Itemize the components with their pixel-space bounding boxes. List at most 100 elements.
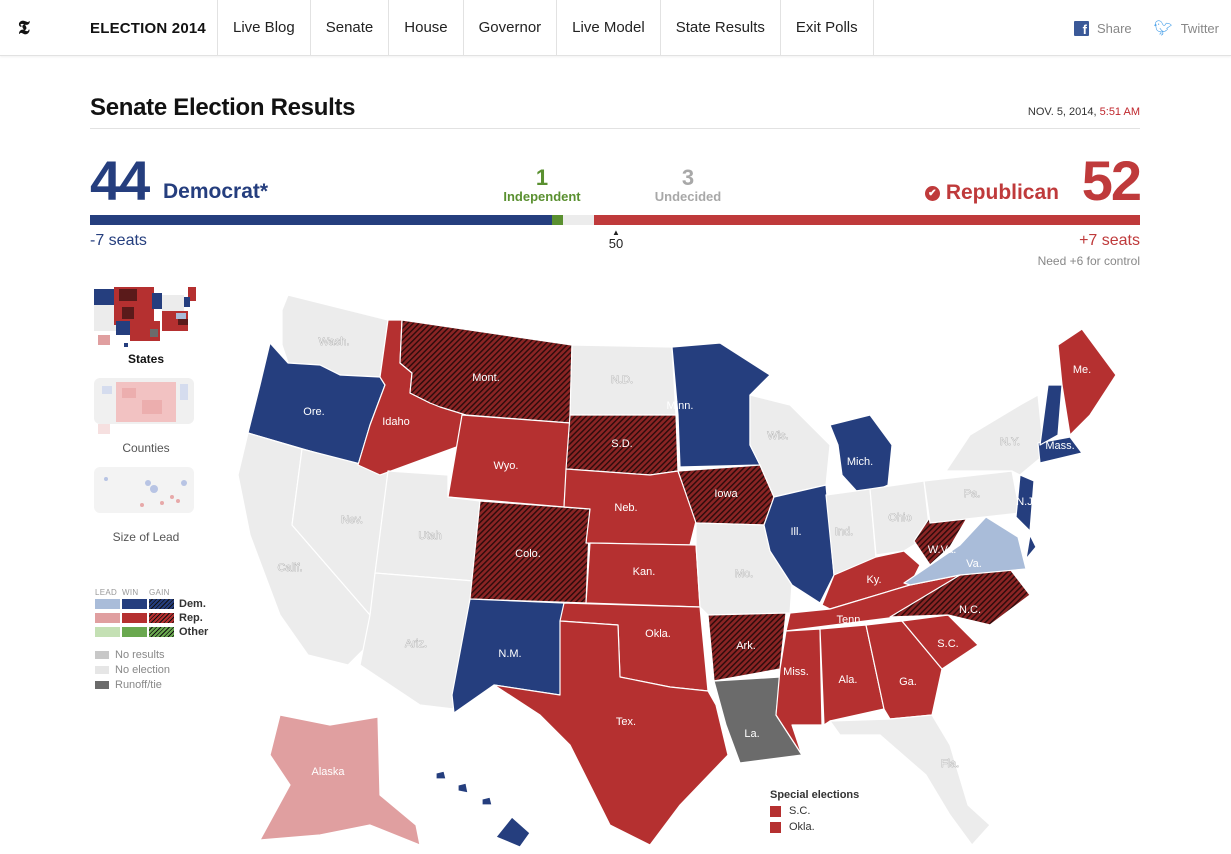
special-election-sc: S.C. [789,805,811,817]
state-label-miss: Miss. [783,666,809,678]
nav-state-results[interactable]: State Results [659,0,780,56]
state-label-ohio: Ohio [888,512,911,524]
state-shape-del-[interactable] [1025,534,1037,560]
legend-no-election: No election [95,662,208,677]
legend-dem-label: Dem. [179,598,206,610]
legend-row-rep: Rep. [95,611,208,625]
ind-label: Independent [503,189,581,204]
nav-house[interactable]: House [388,0,462,56]
state-label-me: Me. [1073,364,1091,376]
twitter-share-button[interactable]: 🐦︎ Twitter [1154,19,1219,37]
legend-row-dem: Dem. [95,597,208,611]
legend-col-win: WIN [122,588,139,597]
state-label-minn: Minn. [667,400,694,412]
state-label-nj: N.J. [1016,496,1036,508]
special-swatch [770,805,781,817]
state-label-kan: Kan. [633,566,656,578]
special-elections-title: Special elections [770,789,860,801]
swatch-dem-win [122,599,147,609]
state-label-nc: N.C. [959,604,981,616]
size-of-lead-thumbnail [94,467,194,513]
special-election-item: Okla. [770,819,859,835]
state-label-tex: Tex. [616,716,636,728]
state-label-tenn: Tenn. [837,614,864,626]
state-label-ind: Ind. [835,526,853,538]
rep-seat-change: +7 seats [1079,232,1140,249]
state-label-ala: Ala. [839,674,858,686]
state-label-mass: Mass. [1045,440,1074,452]
state-label-ga: Ga. [899,676,917,688]
legend-col-gain: GAIN [149,588,170,597]
dem-label: Democrat* [163,180,269,203]
swatch-rep-lead [95,613,120,623]
state-label-ill: Ill. [791,526,802,538]
twitter-bird-icon: 🐦︎ [1153,20,1173,37]
state-alaska[interactable] [259,714,421,846]
swatch-other-gain [149,627,174,637]
facebook-icon: f [1073,20,1089,37]
state-label-colo: Colo. [515,548,541,560]
swatch-no-results [95,650,109,659]
state-label-ky: Ky. [866,574,881,586]
divider [90,128,1140,129]
swatch-dem-gain [149,599,174,609]
view-counties[interactable]: Counties [90,374,202,455]
state-label-iowa: Iowa [714,488,738,500]
state-label-ore: Ore. [303,406,324,418]
state-shape-hawaii-isle-2[interactable] [457,782,469,794]
states-thumbnail [94,287,196,347]
state-shape-n-h-[interactable] [1039,384,1063,446]
legend-col-lead: LEAD [95,588,118,597]
bar-segment-ind [552,215,563,225]
view-states[interactable]: States [90,285,202,366]
legend-no-results: No results [95,647,208,662]
legend-runoff: Runoff/tie [95,677,208,692]
view-size-of-lead-label: Size of Lead [112,530,180,544]
legend-other-label: Other [179,626,209,638]
state-label-ark: Ark. [736,640,756,652]
view-states-label: States [127,352,165,366]
rep-label-wrap: ✔ Republican [924,181,1059,205]
state-label-pa: Pa. [964,488,981,500]
state-label-calif: Calif. [277,562,302,574]
view-size-of-lead[interactable]: Size of Lead [90,463,202,544]
nav-senate[interactable]: Senate [309,0,389,56]
legend-runoff-label: Runoff/tie [115,678,162,691]
swatch-other-win [122,627,147,637]
dem-seat-count: 44 [90,149,150,212]
legend-column-headers: LEAD WIN GAIN [95,588,208,597]
state-label-sc: S.C. [937,638,958,650]
state-label-alaska: Alaska [311,766,345,778]
election-2014-link[interactable]: ELECTION 2014 [90,20,206,37]
special-election-okla: Okla. [789,821,815,833]
nav-exit-polls[interactable]: Exit Polls [779,0,874,56]
nav-live-model[interactable]: Live Model [556,0,660,56]
state-label-nev: Nev. [341,514,363,526]
bar-segment-rep [594,215,1140,225]
nav-governor[interactable]: Governor [462,0,557,56]
swatch-no-election [95,665,109,674]
timestamp: NOV. 5, 2014, 5:51 AM [1028,106,1140,118]
state-me[interactable] [1057,328,1117,436]
special-swatch [770,821,781,833]
state-label-nd: N.D. [611,374,633,386]
undecided-count: 3 [681,165,695,190]
facebook-share-button[interactable]: f Share [1073,19,1132,37]
state-hawaii[interactable] [495,816,531,848]
page-title: Senate Election Results [90,94,356,121]
state-label-nm: N.M. [498,648,521,660]
undecided-label: Undecided [654,189,722,204]
swatch-rep-win [122,613,147,623]
state-ny[interactable] [945,394,1045,476]
twitter-label: Twitter [1180,20,1219,36]
swatch-runoff [95,680,109,689]
state-shape-hawaii-isle-1[interactable] [435,770,447,780]
nyt-logo[interactable]: 𝕿 [18,17,30,39]
state-label-la: La. [744,728,759,740]
state-label-wva: W.Va. [928,544,957,556]
state-label-ny: N.Y. [1000,436,1020,448]
view-counties-label: Counties [122,441,170,455]
nav-live-blog[interactable]: Live Blog [217,0,310,56]
control-note: Need +6 for control [1037,254,1140,268]
swatch-rep-gain [149,613,174,623]
